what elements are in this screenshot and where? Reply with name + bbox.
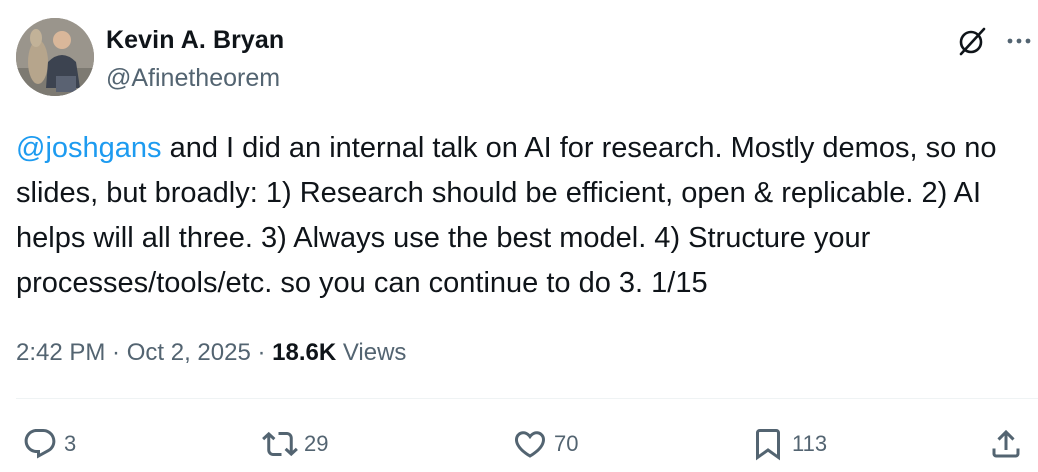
reply-icon <box>24 429 56 459</box>
tweet-metadata: 2:42 PM · Oct 2, 2025 · 18.6K Views <box>16 339 406 367</box>
user-handle[interactable]: @Afinetheorem <box>106 64 280 93</box>
like-button[interactable]: 70 <box>512 424 578 464</box>
repost-icon <box>262 431 298 457</box>
reply-button[interactable]: 3 <box>22 424 76 464</box>
tweet-time[interactable]: 2:42 PM <box>16 339 105 366</box>
share-button[interactable] <box>988 424 1024 464</box>
bookmark-button[interactable]: 113 <box>750 424 827 464</box>
avatar[interactable] <box>16 18 94 96</box>
mention-link[interactable]: @joshgans <box>16 132 162 164</box>
share-icon <box>992 429 1020 458</box>
tweet-card: Kevin A. Bryan @Afinetheorem @joshgans a… <box>0 0 1038 472</box>
meta-separator: · <box>105 339 127 366</box>
views-count: 18.6K <box>272 339 337 366</box>
bookmark-count: 113 <box>792 431 828 456</box>
profile-photo-icon <box>16 18 94 96</box>
divider <box>16 398 1038 399</box>
repost-count: 29 <box>304 431 329 456</box>
display-name[interactable]: Kevin A. Bryan <box>106 26 284 55</box>
more-horizontal-icon[interactable] <box>1004 26 1034 56</box>
bookmark-icon <box>756 429 780 461</box>
grok-icon[interactable] <box>955 24 989 58</box>
heart-icon <box>514 431 546 458</box>
tweet-text: @joshgans and I did an internal talk on … <box>16 126 1026 306</box>
meta-separator: · <box>250 339 273 366</box>
reply-count: 3 <box>64 431 77 456</box>
tweet-body: and I did an internal talk on AI for res… <box>16 132 997 299</box>
repost-button[interactable]: 29 <box>262 424 328 464</box>
views-label: Views <box>336 339 407 366</box>
tweet-date[interactable]: Oct 2, 2025 <box>127 339 251 366</box>
like-count: 70 <box>554 431 579 456</box>
